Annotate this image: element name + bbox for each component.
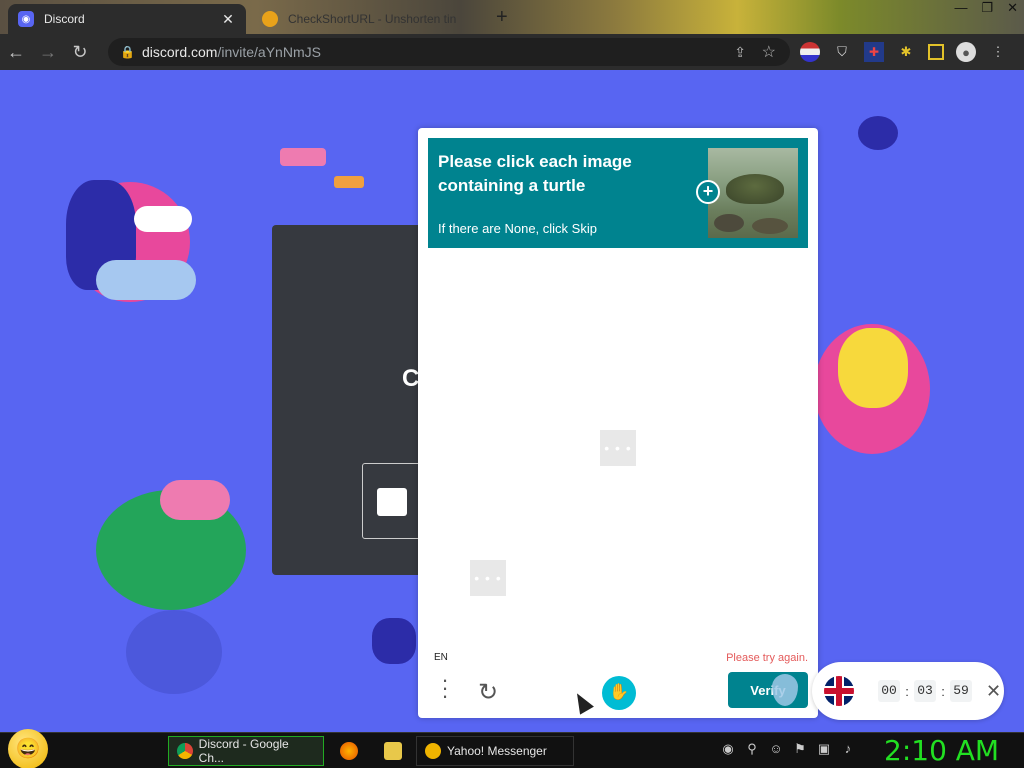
discord-invite-page: C Please click each image containing a t… [0, 70, 1024, 732]
start-smiley-icon[interactable]: 😄 [8, 729, 48, 768]
taskbar-button-yahoo-messenger[interactable]: Yahoo! Messenger [416, 736, 574, 766]
timer-close-icon[interactable]: ✕ [986, 681, 1001, 702]
flag-tray-icon[interactable]: ⚑ [792, 741, 808, 759]
back-button[interactable]: ← [0, 42, 32, 63]
taskbar-button-label: Discord - Google Ch... [198, 737, 289, 765]
close-window-button[interactable]: ✕ [1007, 0, 1018, 16]
language-selector[interactable]: EN [434, 652, 448, 663]
screen: ◉ Discord ✕ CheckShortURL - Unshorten ti… [0, 0, 1024, 768]
browser-toolbar: ← → ↻ 🔒 discord.com/invite/aYnNmJS ⇪ ☆ ⛉… [0, 34, 1024, 70]
zoom-example-icon[interactable]: + [696, 180, 720, 204]
taskbar-clock[interactable]: 2:10 AM [884, 733, 999, 768]
timer-hours: 00 [878, 680, 900, 702]
extension-icons: ⛉ ✚ ✱ ● ⋮ [800, 42, 1008, 62]
illustration-creature-hair [160, 480, 230, 520]
illustration-small-book [334, 176, 364, 188]
minimize-button[interactable]: — [954, 0, 967, 16]
tab-title: CheckShortURL - Unshorten tin [288, 12, 457, 26]
timer-widget: 00 : 03 : 59 ✕ [812, 662, 1004, 720]
search-tray-icon[interactable]: ⚲ [744, 741, 760, 759]
firefox-icon[interactable] [340, 742, 358, 760]
url-path: /invite/aYnNmJS [217, 44, 321, 60]
captcha-error-message: Please try again. [726, 652, 808, 664]
new-tab-button[interactable]: + [496, 6, 508, 29]
lock-icon: 🔒 [120, 45, 135, 59]
captcha-prompt-title: Please click each image containing a tur… [438, 152, 632, 195]
hcaptcha-logo-icon[interactable]: ✋ [602, 676, 636, 710]
taskbar-button-chrome[interactable]: Discord - Google Ch... [168, 736, 324, 766]
window-controls: — ❐ ✕ [954, 0, 1018, 16]
discord-invite-modal: C [272, 225, 422, 575]
system-tray: ◉ ⚲ ☺ ⚑ ▣ ♪ [720, 741, 856, 759]
turtle-example-image [708, 148, 798, 238]
rock-shape [714, 214, 744, 232]
illustration-book [280, 148, 326, 166]
image-loading-placeholder: • • • [600, 430, 636, 466]
shield-extension-icon[interactable]: ⛉ [832, 42, 852, 62]
language-flag-extension-icon[interactable] [800, 42, 820, 62]
forward-button[interactable]: → [32, 42, 64, 63]
profile-avatar-icon[interactable]: ● [956, 42, 976, 62]
tab-close-icon[interactable]: ✕ [220, 11, 236, 28]
yahoo-messenger-icon [425, 743, 441, 759]
modal-heading-partial: C [402, 365, 420, 392]
maximize-button[interactable]: ❐ [981, 0, 993, 16]
address-bar[interactable]: 🔒 discord.com/invite/aYnNmJS ⇪ ☆ [108, 38, 790, 66]
volume-tray-icon[interactable]: ♪ [840, 741, 856, 759]
timer-separator: : [905, 683, 909, 699]
timer-minutes: 03 [914, 680, 936, 702]
timer-seconds: 59 [950, 680, 972, 702]
chrome-icon [177, 743, 193, 759]
chrome-tray-icon[interactable]: ◉ [720, 741, 736, 759]
tab-checkshorturl[interactable]: CheckShortURL - Unshorten tin [252, 4, 488, 34]
discord-favicon-icon: ◉ [18, 11, 34, 27]
network-tray-icon[interactable]: ▣ [816, 741, 832, 759]
captcha-menu-icon[interactable]: · · · [440, 669, 450, 707]
bookmark-star-icon[interactable]: ☆ [762, 42, 776, 62]
uk-flag-extension-icon[interactable]: ✚ [864, 42, 884, 62]
menu-kebab-icon[interactable]: ⋮ [988, 42, 1008, 62]
folder-icon[interactable] [384, 742, 402, 760]
captcha-challenge: Please click each image containing a tur… [418, 128, 818, 718]
illustration-character-legs [96, 260, 196, 300]
turtle-shape [726, 174, 784, 204]
timer-separator: : [941, 683, 945, 699]
checkshorturl-favicon-icon [262, 11, 278, 27]
taskbar-button-label: Yahoo! Messenger [447, 744, 547, 758]
image-loading-placeholder: • • • [470, 560, 506, 596]
speech-bubble-icon [134, 206, 192, 232]
video-icon [362, 463, 422, 539]
tab-strip: ◉ Discord ✕ CheckShortURL - Unshorten ti… [0, 0, 1024, 34]
captcha-prompt-subtitle: If there are None, click Skip [438, 221, 597, 236]
side-panel-icon[interactable] [928, 44, 944, 60]
tab-discord[interactable]: ◉ Discord ✕ [8, 4, 246, 34]
illustration-small-character [372, 618, 416, 664]
puzzle-extensions-icon[interactable]: ✱ [896, 42, 916, 62]
share-icon[interactable]: ⇪ [734, 44, 746, 61]
uk-flag-icon[interactable] [824, 676, 854, 706]
tab-title: Discord [44, 12, 85, 26]
captcha-prompt: Please click each image containing a tur… [428, 138, 808, 248]
illustration-bird [858, 116, 898, 150]
taskbar: 😄 Discord - Google Ch... Yahoo! Messenge… [0, 729, 1024, 768]
url-domain: discord.com [142, 44, 218, 60]
reload-button[interactable]: ↻ [64, 42, 96, 63]
rock-shape [752, 218, 788, 234]
illustration-shadow [126, 610, 222, 694]
illustration-yellow-character [838, 328, 908, 408]
messenger-tray-icon[interactable]: ☺ [768, 741, 784, 759]
refresh-challenge-icon[interactable]: ↻ [478, 678, 498, 707]
